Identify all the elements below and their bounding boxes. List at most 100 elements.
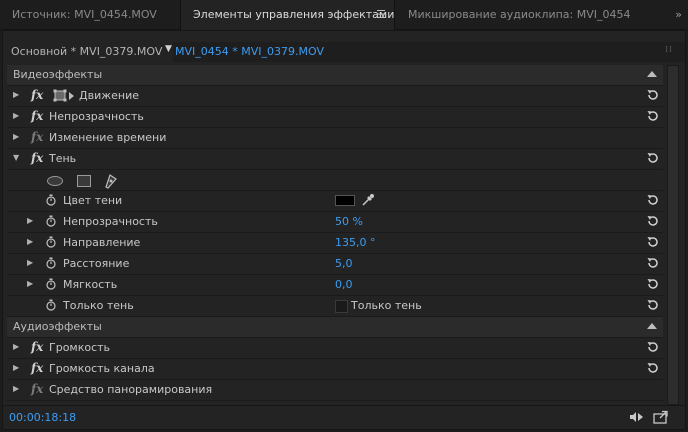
param-label: Цвет тени <box>63 194 123 207</box>
effect-row-time-remapping[interactable]: ▶ fx Изменение времени <box>7 128 663 149</box>
mask-tools-row <box>7 170 663 191</box>
fx-toggle-icon[interactable]: fx <box>31 340 43 354</box>
rectangle-mask-icon[interactable] <box>77 175 91 187</box>
collapse-up-icon[interactable] <box>647 71 657 77</box>
grip-icon[interactable]: ⁞⁞ <box>665 45 673 55</box>
stopwatch-icon[interactable] <box>45 299 57 311</box>
stopwatch-icon[interactable] <box>45 278 57 290</box>
fx-toggle-icon[interactable]: fx <box>31 109 43 123</box>
reset-icon[interactable] <box>646 361 660 375</box>
param-row-softness: ▶ Мягкость 0,0 <box>7 275 663 296</box>
collapse-up-icon[interactable] <box>647 323 657 329</box>
shadow-color-swatch[interactable] <box>335 195 355 206</box>
effect-controls-panel: Основной * MVI_0379.MOV ▼ MVI_0454 * MVI… <box>2 30 686 430</box>
effect-row-drop-shadow[interactable]: ▼ fx Тень <box>7 149 663 170</box>
expand-triangle-icon[interactable]: ▶ <box>13 384 21 394</box>
tab-effect-controls[interactable]: Элементы управления эффектами ☰ <box>180 0 395 30</box>
tab-source-label: Источник: MVI_0454.MOV <box>12 8 157 21</box>
stopwatch-icon[interactable] <box>45 194 57 206</box>
param-value[interactable]: 0,0 <box>335 278 353 291</box>
audio-effects-label: Аудиоэффекты <box>13 320 102 333</box>
tab-effect-controls-label: Элементы управления эффектами <box>193 8 395 21</box>
timecode[interactable]: 00:00:18:18 <box>9 411 76 424</box>
param-label: Направление <box>63 236 141 249</box>
play-audio-icon[interactable] <box>629 410 645 424</box>
eyedropper-icon[interactable] <box>361 193 375 207</box>
ellipse-mask-icon[interactable] <box>47 176 63 186</box>
video-effects-label: Видеоэффекты <box>13 68 103 81</box>
expand-triangle-icon[interactable]: ▶ <box>13 132 21 142</box>
expand-triangle-icon[interactable]: ▶ <box>27 237 35 247</box>
effect-label: Громкость <box>49 341 111 354</box>
effect-label: Тень <box>49 152 77 165</box>
param-row-shadow-color: Цвет тени <box>7 191 663 212</box>
effect-row-channel-volume[interactable]: ▶ fx Громкость канала <box>7 359 663 380</box>
expand-triangle-icon[interactable]: ▶ <box>13 342 21 352</box>
collapse-triangle-icon[interactable]: ▼ <box>13 153 21 163</box>
param-row-shadow-only: Только тень Только тень <box>7 296 663 317</box>
expand-triangle-icon[interactable]: ▶ <box>13 90 21 100</box>
video-effects-header: Видеоэффекты <box>7 65 663 86</box>
expand-triangle-icon[interactable]: ▶ <box>13 111 21 121</box>
param-label: Только тень <box>63 299 134 312</box>
param-label: Мягкость <box>63 278 118 291</box>
shadow-only-checkbox-label[interactable]: Только тень <box>351 299 422 312</box>
tab-audio-clip-mixer[interactable]: Микширование аудиоклипа: MVI_0454 <box>396 0 646 30</box>
expand-triangle-icon[interactable]: ▶ <box>27 216 35 226</box>
tab-audio-clip-mixer-label: Микширование аудиоклипа: MVI_0454 <box>408 8 631 21</box>
param-row-opacity: ▶ Непрозрачность 50 % <box>7 212 663 233</box>
reset-icon[interactable] <box>646 298 660 312</box>
reset-icon[interactable] <box>646 235 660 249</box>
fx-toggle-icon[interactable]: fx <box>31 151 43 165</box>
fx-toggle-icon[interactable]: fx <box>31 88 43 102</box>
effect-label: Средство панорамирования <box>49 383 213 396</box>
effect-label: Непрозрачность <box>49 110 144 123</box>
stopwatch-icon[interactable] <box>45 236 57 248</box>
param-label: Расстояние <box>63 257 130 270</box>
effect-label: Изменение времени <box>49 131 167 144</box>
export-icon[interactable] <box>653 410 669 424</box>
master-clip-label[interactable]: Основной * MVI_0379.MOV <box>11 45 162 58</box>
expand-triangle-icon[interactable]: ▶ <box>13 363 21 373</box>
fx-toggle-icon[interactable]: fx <box>31 130 43 144</box>
hamburger-icon[interactable]: ☰ <box>376 0 386 30</box>
reset-icon[interactable] <box>646 193 660 207</box>
param-value[interactable]: 5,0 <box>335 257 353 270</box>
stopwatch-icon[interactable] <box>45 215 57 227</box>
expand-triangle-icon[interactable]: ▶ <box>27 279 35 289</box>
tab-source[interactable]: Источник: MVI_0454.MOV <box>0 0 180 30</box>
fx-toggle-icon[interactable]: fx <box>31 382 43 396</box>
effect-row-opacity[interactable]: ▶ fx Непрозрачность <box>7 107 663 128</box>
sequence-clip-label[interactable]: MVI_0454 * MVI_0379.MOV <box>175 45 324 63</box>
transform-icon[interactable] <box>53 89 75 103</box>
stopwatch-icon[interactable] <box>45 257 57 269</box>
reset-icon[interactable] <box>646 214 660 228</box>
reset-icon[interactable] <box>646 88 660 102</box>
reset-icon[interactable] <box>646 277 660 291</box>
effect-label: Громкость канала <box>49 362 155 375</box>
reset-icon[interactable] <box>646 340 660 354</box>
param-row-direction: ▶ Направление 135,0 ° <box>7 233 663 254</box>
tab-overflow-icon[interactable]: » <box>675 0 682 30</box>
reset-icon[interactable] <box>646 109 660 123</box>
reset-icon[interactable] <box>646 151 660 165</box>
fx-toggle-icon[interactable]: fx <box>31 361 43 375</box>
scrollbar-thumb[interactable] <box>667 65 679 405</box>
audio-effects-header: Аудиоэффекты <box>7 317 663 338</box>
clip-header: Основной * MVI_0379.MOV ▼ MVI_0454 * MVI… <box>3 41 685 63</box>
param-value[interactable]: 135,0 ° <box>335 236 376 249</box>
panel-tab-bar: Источник: MVI_0454.MOV Элементы управлен… <box>0 0 688 30</box>
effect-row-motion[interactable]: ▶ fx Движение <box>7 86 663 107</box>
pen-mask-icon[interactable] <box>103 172 119 190</box>
effect-row-volume[interactable]: ▶ fx Громкость <box>7 338 663 359</box>
expand-triangle-icon[interactable]: ▶ <box>27 258 35 268</box>
reset-icon[interactable] <box>646 256 660 270</box>
effect-label: Движение <box>79 89 140 102</box>
vertical-scrollbar[interactable] <box>663 65 683 405</box>
param-label: Непрозрачность <box>63 215 158 228</box>
param-row-distance: ▶ Расстояние 5,0 <box>7 254 663 275</box>
dropdown-arrow-icon[interactable]: ▼ <box>165 44 172 54</box>
effect-row-panner[interactable]: ▶ fx Средство панорамирования <box>7 380 663 401</box>
shadow-only-checkbox[interactable] <box>335 300 348 313</box>
param-value[interactable]: 50 % <box>335 215 363 228</box>
